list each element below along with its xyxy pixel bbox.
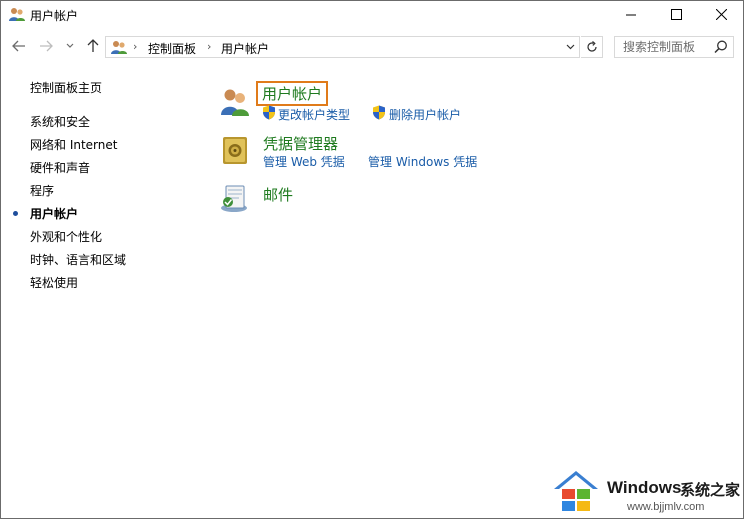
address-dropdown-button[interactable] — [562, 39, 578, 55]
up-button[interactable] — [83, 36, 103, 56]
back-button[interactable] — [9, 36, 29, 56]
refresh-icon — [586, 41, 597, 52]
search-icon[interactable] — [713, 39, 729, 55]
category-title-user-accounts[interactable]: 用户帐户 — [256, 81, 329, 106]
sidebar-item-system-security[interactable]: 系统和安全 — [30, 113, 90, 130]
arrow-up-icon — [87, 39, 99, 52]
credential-vault-icon[interactable] — [219, 134, 251, 166]
sidebar-home-link[interactable]: 控制面板主页 — [30, 79, 102, 96]
forward-button[interactable] — [36, 36, 56, 56]
minimize-icon — [625, 14, 636, 16]
close-button[interactable] — [698, 1, 744, 28]
uac-shield-icon — [263, 105, 275, 120]
users-icon — [111, 41, 127, 54]
minimize-button[interactable] — [608, 1, 654, 28]
windows-logo-icon — [554, 471, 598, 511]
chevron-down-icon — [566, 44, 574, 50]
arrow-left-icon — [12, 40, 25, 52]
breadcrumb-control-panel[interactable]: 控制面板 — [148, 40, 196, 57]
sidebar-item-clock-language-region[interactable]: 时钟、语言和区域 — [30, 251, 126, 268]
search-input[interactable] — [615, 37, 711, 57]
navigation-bar: › 控制面板 › 用户帐户 — [1, 31, 743, 61]
watermark-brand-cn: 系统之家 — [680, 481, 741, 499]
sidebar-item-user-accounts[interactable]: 用户帐户 — [30, 205, 78, 222]
link-change-account-type[interactable]: 更改帐户类型 — [278, 106, 350, 123]
mail-icon[interactable] — [219, 182, 251, 214]
sidebar: 控制面板主页 系统和安全 网络和 Internet 硬件和声音 程序 用户帐户 … — [1, 61, 201, 519]
breadcrumb-user-accounts[interactable]: 用户帐户 — [221, 40, 269, 57]
sidebar-item-hardware-sound[interactable]: 硬件和声音 — [30, 159, 90, 176]
user-accounts-icon[interactable] — [219, 86, 251, 118]
category-title-credential-manager[interactable]: 凭据管理器 — [263, 133, 338, 154]
sidebar-item-network-internet[interactable]: 网络和 Internet — [30, 136, 117, 153]
category-title-mail[interactable]: 邮件 — [263, 184, 293, 205]
link-manage-web-credentials[interactable]: 管理 Web 凭据 — [263, 153, 345, 170]
uac-shield-icon — [373, 105, 385, 120]
watermark-brand: Windows — [607, 478, 682, 497]
chevron-right-icon: › — [207, 40, 212, 53]
search-box[interactable] — [614, 36, 734, 58]
chevron-down-icon — [66, 43, 74, 48]
watermark: Windows 系统之家 www.bjjmlv.com — [553, 466, 743, 516]
active-item-bullet — [13, 211, 18, 216]
users-icon — [9, 8, 25, 21]
watermark-url: www.bjjmlv.com — [627, 501, 705, 513]
title-bar: 用户帐户 — [1, 1, 743, 28]
chevron-right-icon: › — [133, 40, 138, 53]
recent-locations-button[interactable] — [63, 36, 77, 56]
sidebar-item-appearance[interactable]: 外观和个性化 — [30, 228, 102, 245]
sidebar-item-ease-of-access[interactable]: 轻松使用 — [30, 274, 78, 291]
maximize-icon — [670, 9, 682, 20]
close-icon — [715, 9, 727, 20]
sidebar-item-programs[interactable]: 程序 — [30, 182, 54, 199]
link-manage-windows-credentials[interactable]: 管理 Windows 凭据 — [368, 153, 477, 170]
link-remove-user-accounts[interactable]: 删除用户帐户 — [389, 106, 461, 123]
arrow-right-icon — [40, 40, 53, 52]
maximize-button[interactable] — [653, 1, 699, 28]
refresh-button[interactable] — [581, 36, 603, 58]
address-bar[interactable]: › 控制面板 › 用户帐户 — [105, 36, 580, 58]
window-title: 用户帐户 — [30, 9, 79, 23]
